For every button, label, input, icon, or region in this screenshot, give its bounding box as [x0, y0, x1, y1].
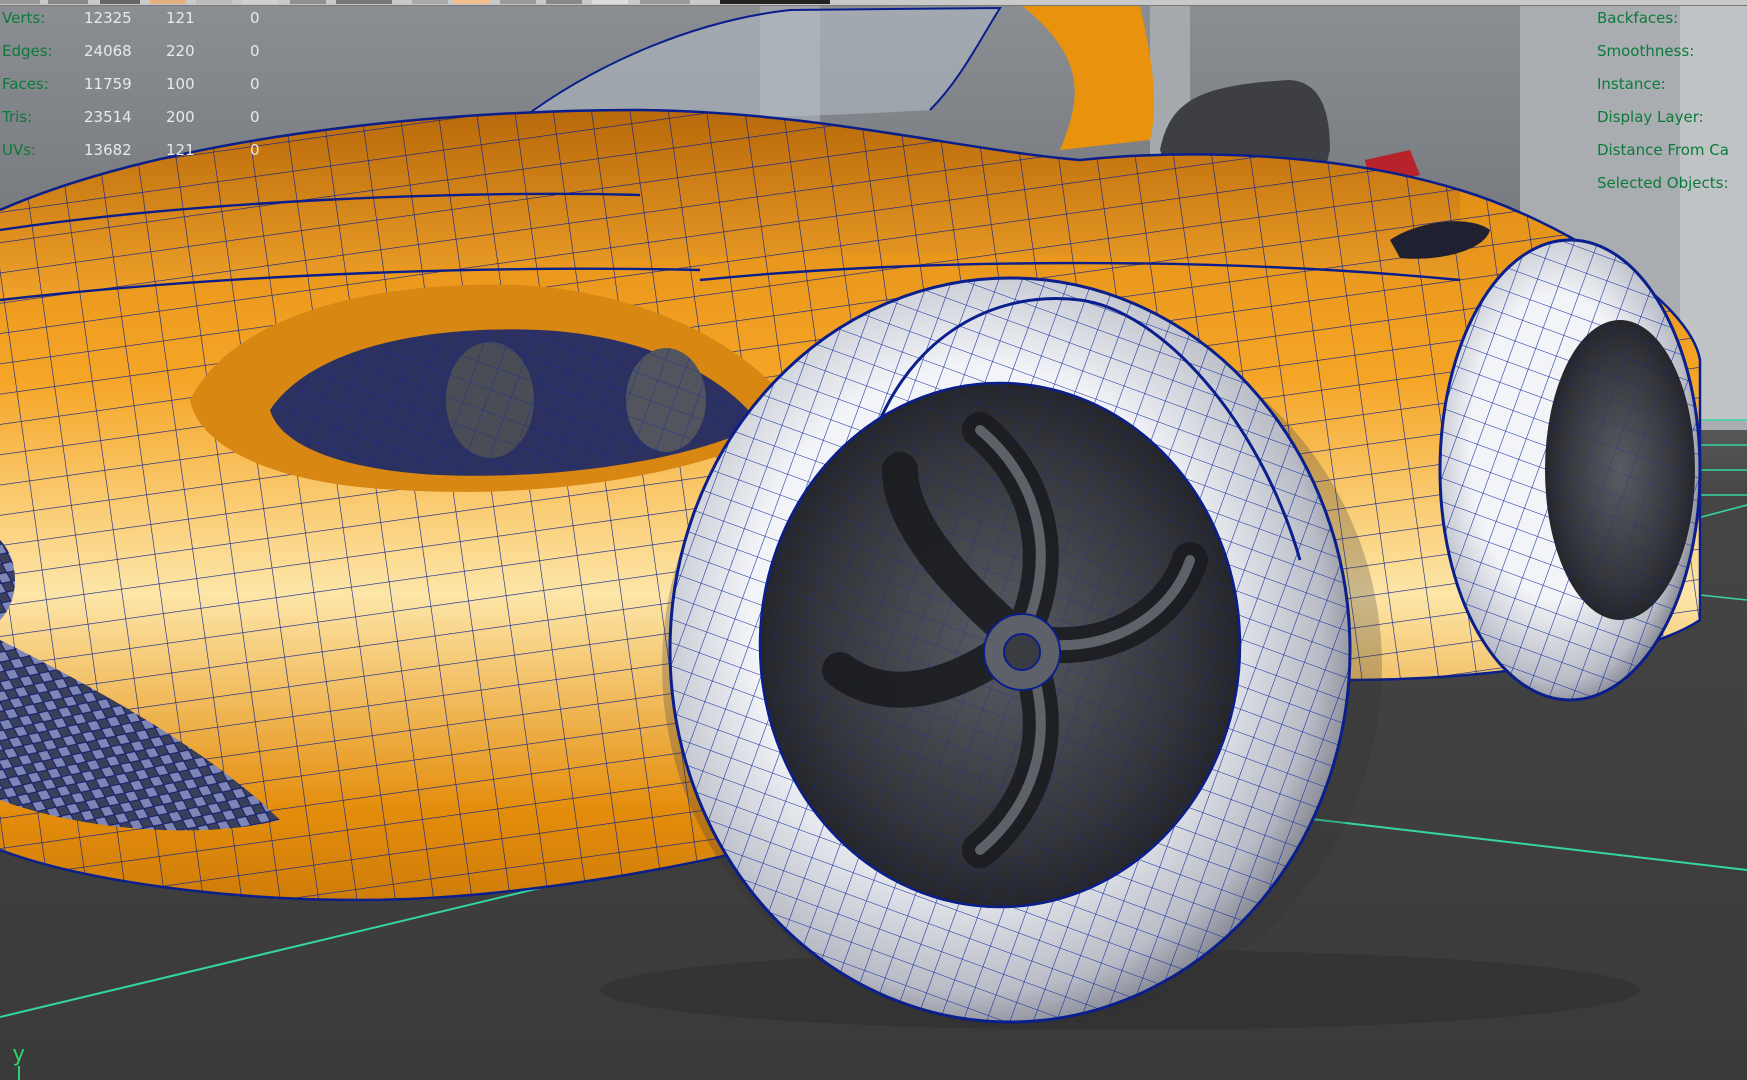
rear-wheel: [1438, 238, 1702, 702]
3d-viewport[interactable]: Verts: 12325 121 0 Edges: 24068 220 0 Fa…: [0, 0, 1747, 1080]
toolbar-button[interactable]: [242, 0, 278, 4]
hud-label: Verts:: [2, 9, 46, 27]
toolbar-button[interactable]: [290, 0, 326, 4]
toolbar-button[interactable]: [592, 0, 628, 4]
hud-value: 220: [166, 42, 195, 60]
hud-value: 0: [250, 108, 260, 126]
hud-value: 0: [250, 75, 260, 93]
axis-y-label: y: [12, 1042, 26, 1067]
toolbar-button[interactable]: [640, 0, 690, 4]
hud-label: Faces:: [2, 75, 49, 93]
toolbar-strip: [0, 0, 1747, 6]
hud-value: 12325: [84, 9, 132, 27]
hud-value: 0: [250, 141, 260, 159]
hud-value: 100: [166, 75, 195, 93]
hud-label: Tris:: [2, 108, 33, 126]
hud-value: 121: [166, 9, 195, 27]
hud-label-backfaces: Backfaces:: [1597, 9, 1679, 27]
toolbar-button[interactable]: [412, 0, 448, 4]
hud-value: 0: [250, 9, 260, 27]
toolbar-button[interactable]: [500, 0, 536, 4]
hud-label-display-layer: Display Layer:: [1597, 108, 1704, 126]
toolbar-button[interactable]: [454, 0, 490, 4]
hud-label: Edges:: [2, 42, 53, 60]
hud-value: 13682: [84, 141, 132, 159]
hud-value: 200: [166, 108, 195, 126]
hud-value: 121: [166, 141, 195, 159]
hud-label-selected-objects: Selected Objects:: [1597, 174, 1729, 192]
hud-value: 24068: [84, 42, 132, 60]
hud-value: 11759: [84, 75, 132, 93]
object-details-hud: Backfaces: Smoothness: Instance: Display…: [1597, 2, 1747, 200]
toolbar-button[interactable]: [546, 0, 582, 4]
toolbar-button[interactable]: [48, 0, 88, 4]
hud-label: UVs:: [2, 141, 37, 159]
hud-label-distance-from-camera: Distance From Ca: [1597, 141, 1729, 159]
toolbar-button[interactable]: [720, 0, 830, 4]
toolbar-button[interactable]: [336, 0, 392, 4]
toolbar-button[interactable]: [196, 0, 232, 4]
hud-label-instance: Instance:: [1597, 75, 1666, 93]
hud-label-smoothness: Smoothness:: [1597, 42, 1695, 60]
car-model-render: [0, 0, 1747, 1080]
hud-value: 23514: [84, 108, 132, 126]
hud-value: 0: [250, 42, 260, 60]
axis-y-icon: [18, 1066, 20, 1080]
